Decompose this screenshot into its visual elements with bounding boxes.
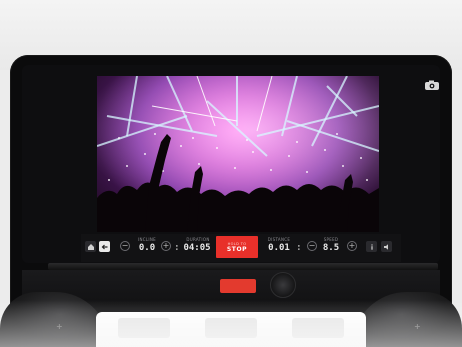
tray-slot [205,318,257,338]
plus-icon: + [348,241,356,250]
incline-label: INCLINE [138,237,156,242]
camera-icon[interactable] [424,76,440,90]
video-player[interactable] [97,76,379,232]
info-button[interactable] [366,241,377,252]
incline-decrease-button[interactable]: − [120,241,130,251]
volume-button[interactable] [381,241,392,252]
back-arrow-icon [101,244,107,249]
minus-icon: − [308,241,316,250]
distance-label: DISTANCE [267,237,291,242]
console-ledge [48,263,438,270]
back-button[interactable] [99,241,110,252]
tray-slot [292,318,344,338]
control-knob[interactable] [270,272,296,298]
separator: : [175,243,179,253]
handlebar-plus-right[interactable]: + [414,322,421,331]
distance-value: 0.01 [268,243,290,253]
home-icon [87,243,94,250]
concert-video-frame [97,76,379,232]
minus-icon: − [121,241,129,250]
speed-label: SPEED [323,237,339,242]
volume-icon [383,243,388,250]
speed-value: 8.5 [322,243,340,253]
handlebar-plus-left[interactable]: + [56,322,63,331]
safety-key[interactable] [220,279,256,293]
incline-increase-button[interactable]: + [161,241,171,251]
plus-icon: + [162,241,170,250]
duration-value: 04:05 [183,243,211,253]
duration-label: DURATION [186,237,210,242]
speed-increase-button[interactable]: + [347,241,357,251]
separator: : [297,243,301,253]
tray-slot [118,318,170,338]
stop-button-label: STOP [226,245,248,253]
info-icon [370,243,373,250]
home-button[interactable] [85,241,96,252]
speed-decrease-button[interactable]: − [307,241,317,251]
incline-value: 0.0 [138,243,156,253]
hold-to-stop-button[interactable]: HOLD TO STOP [216,236,258,258]
